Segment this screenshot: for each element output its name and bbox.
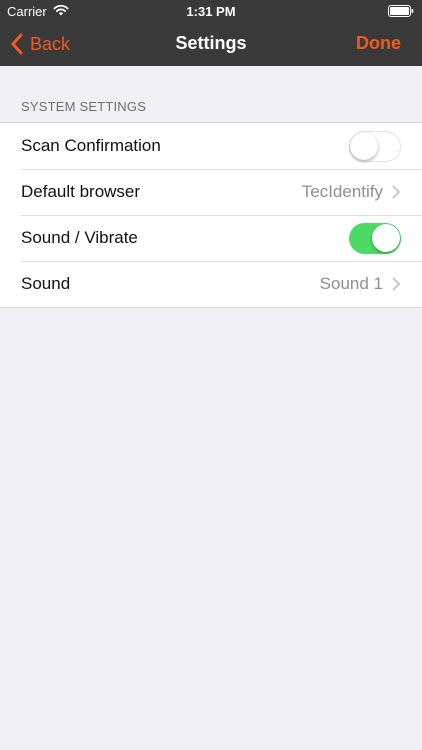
sound-vibrate-label: Sound / Vibrate <box>21 228 138 247</box>
status-bar: Carrier 1:31 PM <box>0 0 422 22</box>
default-browser-value: TecIdentify <box>301 182 383 201</box>
section-header: SYSTEM SETTINGS <box>21 99 147 114</box>
toggle-knob <box>350 131 378 160</box>
done-button[interactable]: Done <box>356 33 401 54</box>
scan-confirmation-toggle[interactable] <box>349 130 401 162</box>
default-browser-row[interactable]: Default browser TecIdentify <box>0 169 422 215</box>
sound-vibrate-toggle[interactable] <box>349 222 401 254</box>
settings-group: Scan Confirmation Default browser TecIde… <box>0 122 422 308</box>
sound-label: Sound <box>21 274 71 293</box>
top-bar: Carrier 1:31 PM Back Settings Done <box>0 0 422 66</box>
scan-confirmation-label: Scan Confirmation <box>21 136 161 155</box>
navigation-bar: Back Settings Done <box>0 22 422 66</box>
scan-confirmation-row: Scan Confirmation <box>0 123 422 169</box>
sound-vibrate-row: Sound / Vibrate <box>0 215 422 261</box>
sound-row[interactable]: Sound Sound 1 <box>0 261 422 307</box>
sound-value: Sound 1 <box>319 274 383 293</box>
default-browser-label: Default browser <box>21 182 141 201</box>
battery-icon <box>388 5 414 17</box>
chevron-right-icon <box>392 277 400 291</box>
chevron-right-icon <box>392 185 400 199</box>
toggle-knob <box>371 224 400 252</box>
clock: 1:31 PM <box>186 4 236 19</box>
